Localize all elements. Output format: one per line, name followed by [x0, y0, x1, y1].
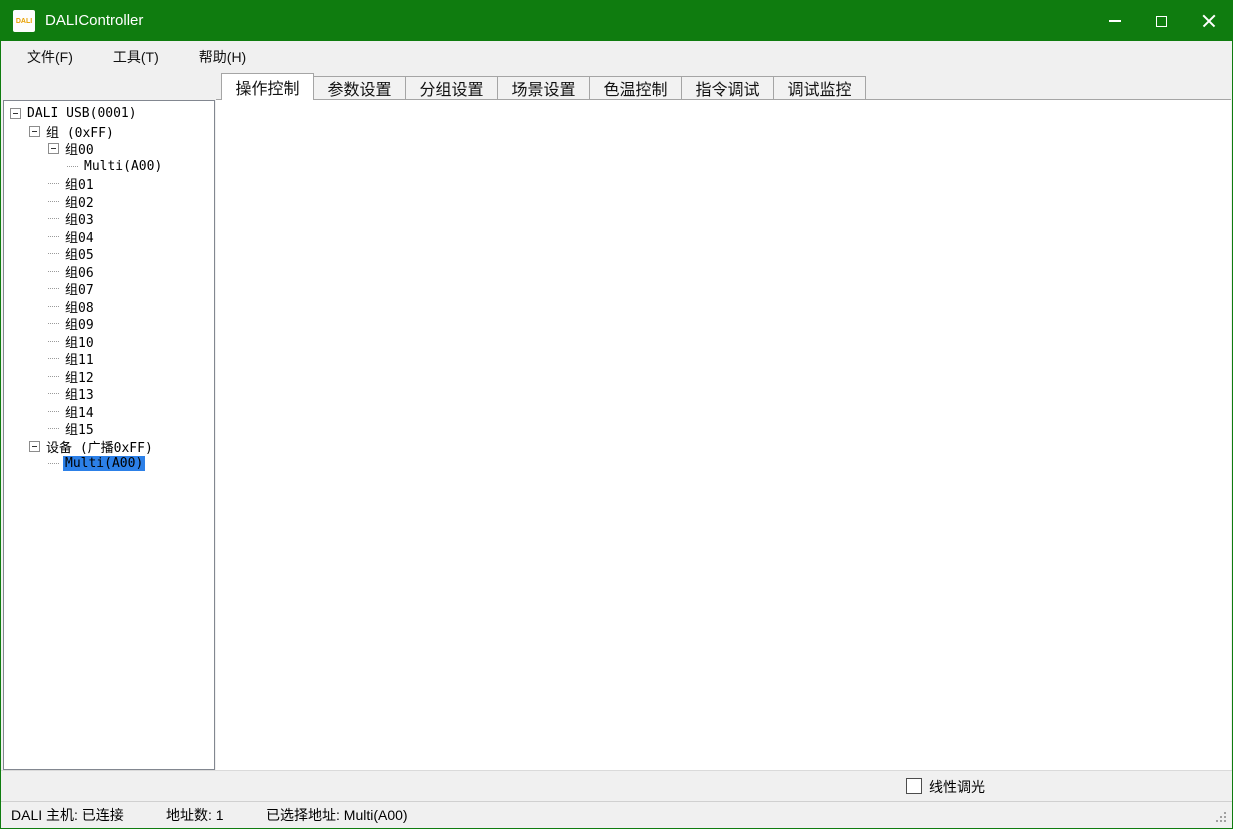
tree-expander-icon[interactable]: [29, 441, 40, 452]
tree-expander-icon[interactable]: [48, 183, 59, 184]
tree-item-label: 设备 (广播0xFF): [44, 437, 155, 456]
tree-item[interactable]: 组04: [4, 228, 214, 246]
resize-grip[interactable]: [1216, 812, 1228, 824]
tree-item[interactable]: 组09: [4, 315, 214, 333]
tree-item-label: Multi(A00): [82, 159, 164, 174]
tree-item[interactable]: 组11: [4, 350, 214, 368]
tab[interactable]: 场景设置: [497, 76, 590, 100]
linear-dim-label: 线性调光: [929, 777, 985, 797]
tab[interactable]: 分组设置: [405, 76, 498, 100]
tab[interactable]: 参数设置: [313, 76, 406, 100]
tree-item-label: 组05: [63, 244, 96, 263]
statusbar: DALI 主机: 已连接 地址数: 1 已选择地址: Multi(A00): [1, 801, 1232, 828]
tree-item[interactable]: 设备 (广播0xFF): [4, 438, 214, 456]
tree-item-label: 组13: [63, 384, 96, 403]
tree-item-label: 组01: [63, 174, 96, 193]
tree-item[interactable]: 组 (0xFF): [4, 123, 214, 141]
status-host: DALI 主机: 已连接: [11, 802, 124, 829]
tab-strip: 操作控制参数设置分组设置场景设置色温控制指令调试调试监控: [222, 74, 866, 100]
status-address-count: 地址数: 1: [166, 802, 224, 829]
linear-dim-checkbox[interactable]: [906, 778, 922, 794]
menu-item[interactable]: 帮助(H): [193, 43, 252, 71]
tree-item[interactable]: Multi(A00): [4, 158, 214, 176]
tab[interactable]: 指令调试: [681, 76, 774, 100]
tree-expander-icon[interactable]: [48, 306, 59, 307]
app-icon: DALI: [13, 10, 35, 32]
footer-strip: 线性调光: [1, 770, 1232, 801]
tree-expander-icon[interactable]: [48, 428, 59, 429]
tab[interactable]: 调试监控: [773, 76, 866, 100]
tree-item-label: 组07: [63, 279, 96, 298]
tree-item-label: DALI USB(0001): [25, 106, 139, 121]
device-tree: DALI USB(0001) 组 (0xFF) 组00 Multi(A00) 组…: [3, 100, 215, 770]
minimize-button[interactable]: [1091, 1, 1138, 41]
tree-expander-icon[interactable]: [48, 411, 59, 412]
tree-item[interactable]: 组10: [4, 333, 214, 351]
tree-expander-icon[interactable]: [48, 463, 59, 464]
tree-item[interactable]: 组00: [4, 140, 214, 158]
tree-item-label: 组02: [63, 192, 96, 211]
menu-item[interactable]: 工具(T): [107, 43, 165, 71]
tree-item-label: 组11: [63, 349, 96, 368]
tree-item[interactable]: 组05: [4, 245, 214, 263]
tree-item[interactable]: 组06: [4, 263, 214, 281]
tree-item[interactable]: DALI USB(0001): [4, 105, 214, 123]
tree-expander-icon[interactable]: [29, 126, 40, 137]
tree-expander-icon[interactable]: [48, 358, 59, 359]
tree-expander-icon[interactable]: [48, 376, 59, 377]
maximize-icon: [1156, 16, 1167, 27]
tab[interactable]: 色温控制: [589, 76, 682, 100]
app-window: DALI DALIController 文件(F) 工具(T) 帮助(H) 操作控制…: [0, 0, 1233, 829]
close-button[interactable]: [1185, 1, 1232, 41]
tab[interactable]: 操作控制: [221, 73, 314, 100]
tree-expander-icon[interactable]: [48, 341, 59, 342]
tree-item[interactable]: Multi(A00): [4, 455, 214, 473]
tree-item-label: 组14: [63, 402, 96, 421]
status-selected-address: 已选择地址: Multi(A00): [266, 802, 408, 829]
tree-item[interactable]: 组02: [4, 193, 214, 211]
tree-item-label: 组 (0xFF): [44, 122, 116, 141]
tree-item-label: 组10: [63, 332, 96, 351]
tree-expander-icon[interactable]: [48, 271, 59, 272]
tree-item-label: 组12: [63, 367, 96, 386]
tree-item-label: 组04: [63, 227, 96, 246]
tree-item[interactable]: 组07: [4, 280, 214, 298]
tree-item-label: 组09: [63, 314, 96, 333]
menubar: 文件(F) 工具(T) 帮助(H): [1, 41, 1232, 72]
tab-page: [216, 99, 1231, 770]
tree-item-label: 组06: [63, 262, 96, 281]
tree-expander-icon[interactable]: [48, 288, 59, 289]
menu-item[interactable]: 文件(F): [21, 43, 79, 71]
tree-item-label: 组08: [63, 297, 96, 316]
tree-expander-icon[interactable]: [48, 253, 59, 254]
tree-expander-icon[interactable]: [10, 108, 21, 119]
tree-expander-icon[interactable]: [48, 236, 59, 237]
tree-item[interactable]: 组01: [4, 175, 214, 193]
tree-expander-icon[interactable]: [48, 143, 59, 154]
window-title: DALIController: [45, 1, 143, 41]
tree-expander-icon[interactable]: [67, 166, 78, 167]
close-icon: [1202, 14, 1216, 28]
tree-item-label: 组00: [63, 139, 96, 158]
tree-item-label: Multi(A00): [63, 456, 145, 471]
tree-item[interactable]: 组14: [4, 403, 214, 421]
tree-item[interactable]: 组13: [4, 385, 214, 403]
tree-expander-icon[interactable]: [48, 393, 59, 394]
minimize-icon: [1109, 20, 1121, 22]
app-icon-text: DALI: [16, 18, 32, 25]
tree-expander-icon[interactable]: [48, 201, 59, 202]
tree-item[interactable]: 组12: [4, 368, 214, 386]
tree-item[interactable]: 组03: [4, 210, 214, 228]
tree-item[interactable]: 组08: [4, 298, 214, 316]
tree-item-label: 组15: [63, 419, 96, 438]
maximize-button[interactable]: [1138, 1, 1185, 41]
tree-expander-icon[interactable]: [48, 323, 59, 324]
tree-item[interactable]: 组15: [4, 420, 214, 438]
tree-expander-icon[interactable]: [48, 218, 59, 219]
titlebar: DALI DALIController: [1, 1, 1232, 41]
tree-item-label: 组03: [63, 209, 96, 228]
